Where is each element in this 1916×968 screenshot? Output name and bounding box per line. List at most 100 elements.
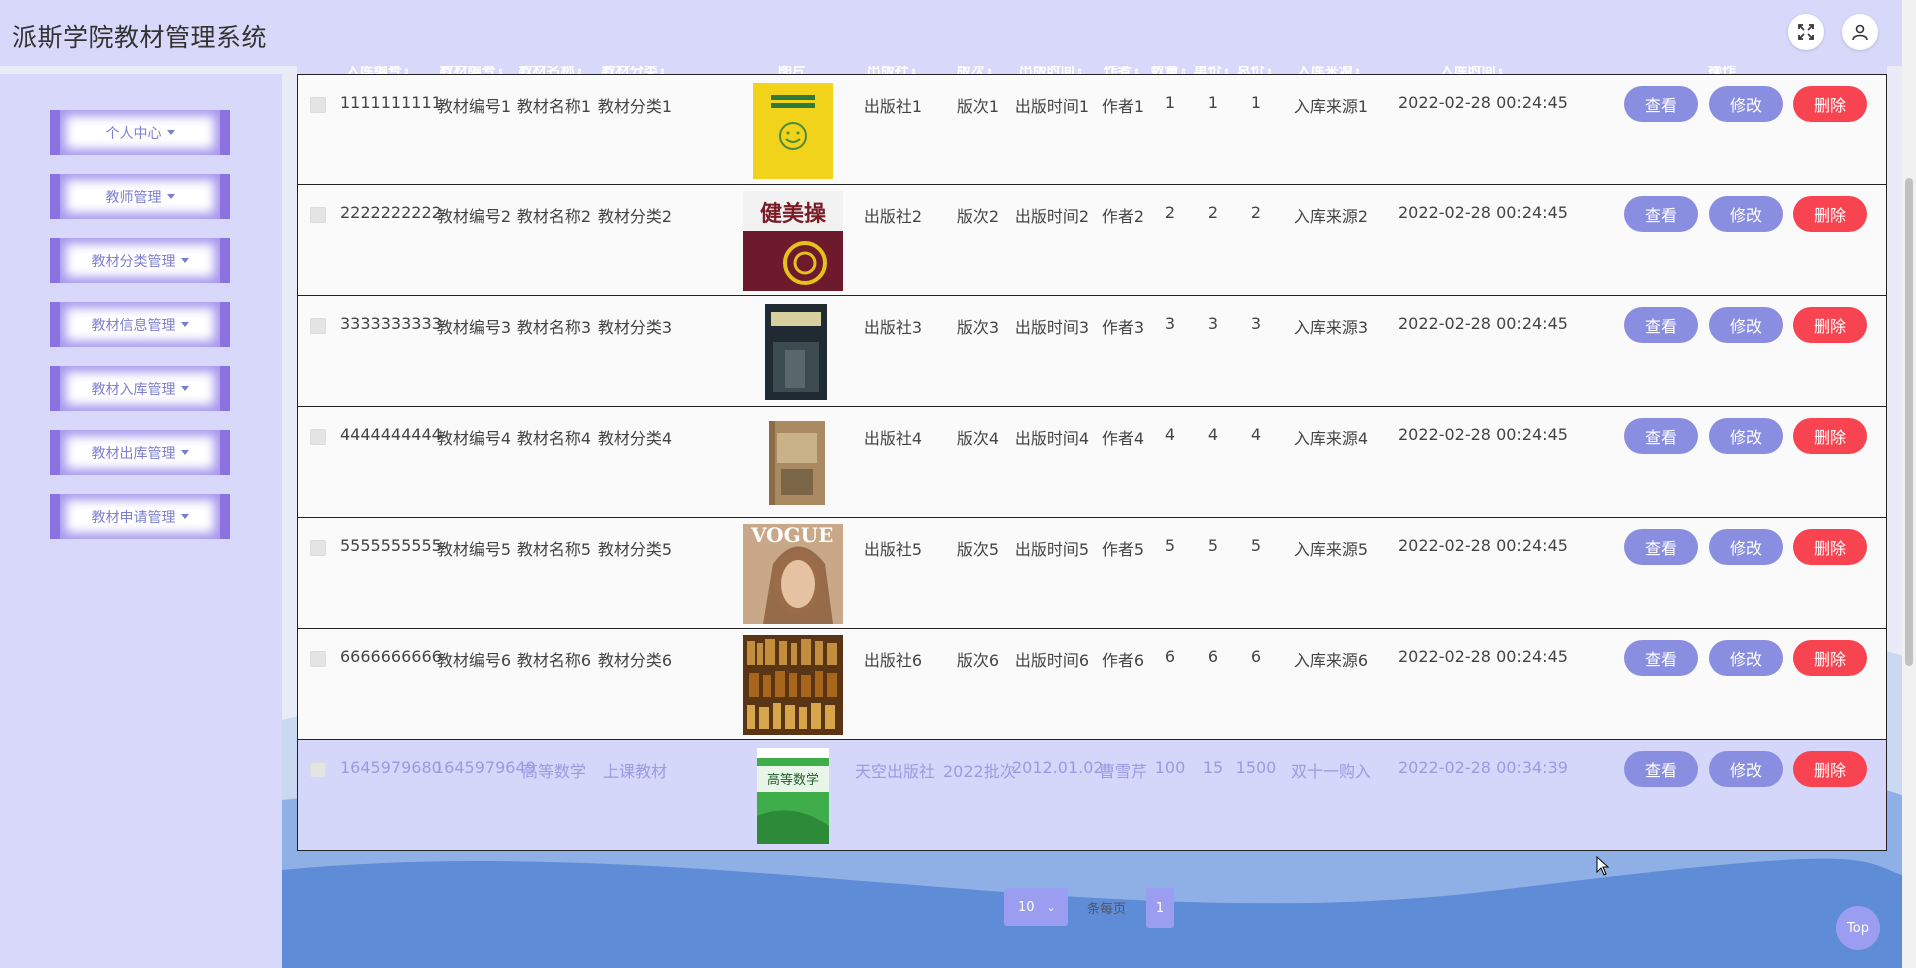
page-size-value: 10 xyxy=(1018,899,1035,915)
delete-button[interactable]: 删除 xyxy=(1793,86,1867,122)
cell-price: 6 xyxy=(1207,647,1219,666)
view-button[interactable]: 查看 xyxy=(1624,418,1698,454)
cell-edition: 版次3 xyxy=(956,318,1000,337)
sidebar-item-applications[interactable]: 教材申请管理 xyxy=(50,494,230,539)
cell-category: 教材分类2 xyxy=(597,207,673,226)
back-to-top-button[interactable]: Top xyxy=(1836,906,1880,950)
delete-button[interactable]: 删除 xyxy=(1793,196,1867,232)
cell-edition: 版次4 xyxy=(956,429,1000,448)
cell-author: 作者1 xyxy=(1101,97,1145,116)
edit-button[interactable]: 修改 xyxy=(1709,307,1783,343)
cell-total: 2 xyxy=(1250,203,1262,222)
row-checkbox[interactable] xyxy=(310,207,326,223)
fullscreen-button[interactable] xyxy=(1788,14,1824,50)
cell-category: 上课教材 xyxy=(602,762,667,781)
edit-button[interactable]: 修改 xyxy=(1709,640,1783,676)
cell-source: 入库来源2 xyxy=(1293,207,1369,226)
svg-text:VOGUE: VOGUE xyxy=(750,524,833,547)
row-checkbox[interactable] xyxy=(310,97,326,113)
cell-edition: 版次2 xyxy=(956,207,1000,226)
delete-button[interactable]: 删除 xyxy=(1793,529,1867,565)
cell-category: 教材分类1 xyxy=(597,97,673,116)
cell-id: 6666666666 xyxy=(340,647,442,666)
view-button[interactable]: 查看 xyxy=(1624,196,1698,232)
user-icon xyxy=(1852,24,1868,41)
view-button[interactable]: 查看 xyxy=(1624,751,1698,787)
view-button[interactable]: 查看 xyxy=(1624,529,1698,565)
cell-source: 入库来源6 xyxy=(1293,651,1369,670)
page-scrollbar[interactable] xyxy=(1902,0,1916,968)
page-size-select[interactable]: 10 ⌄ xyxy=(1004,888,1068,926)
sidebar-item-label: 教材出库管理 xyxy=(91,445,176,462)
delete-button[interactable]: 删除 xyxy=(1793,418,1867,454)
cell-source: 入库来源4 xyxy=(1293,429,1369,448)
table-row: 1111111111 教材编号1 教材名称1 教材分类1 出版社1 版次1 出版时间1 作者1… xyxy=(297,74,1887,185)
cell-price: 4 xyxy=(1207,425,1219,444)
view-button[interactable]: 查看 xyxy=(1624,307,1698,343)
edit-button[interactable]: 修改 xyxy=(1709,751,1783,787)
cell-code: 教材编号2 xyxy=(436,207,512,226)
cell-pub-time: 出版时间6 xyxy=(1014,651,1090,670)
cell-code: 教材编号5 xyxy=(436,540,512,559)
edit-button[interactable]: 修改 xyxy=(1709,418,1783,454)
sidebar-item-categories[interactable]: 教材分类管理 xyxy=(50,238,230,283)
view-button[interactable]: 查看 xyxy=(1624,640,1698,676)
cell-id: 4444444444 xyxy=(340,425,442,444)
cell-source: 入库来源5 xyxy=(1293,540,1369,559)
delete-button[interactable]: 删除 xyxy=(1793,751,1867,787)
row-checkbox[interactable] xyxy=(310,540,326,556)
cell-price: 5 xyxy=(1207,536,1219,555)
cell-publisher: 出版社6 xyxy=(863,651,923,670)
edit-button[interactable]: 修改 xyxy=(1709,196,1783,232)
edit-button[interactable]: 修改 xyxy=(1709,529,1783,565)
caret-down-icon xyxy=(180,450,189,455)
cell-id: 1645979680 xyxy=(340,758,442,777)
cell-pub-time: 出版时间2 xyxy=(1014,207,1090,226)
table-row: 6666666666 教材编号6 教材名称6 教材分类6 出版社6 版次6 出版时间6 作者6… xyxy=(297,629,1887,740)
sidebar-item-stock-out[interactable]: 教材出库管理 xyxy=(50,430,230,475)
table-row: 3333333333 教材编号3 教材名称3 教材分类3 出版社3 版次3 出版时间3 作者3… xyxy=(297,296,1887,407)
user-button[interactable] xyxy=(1842,14,1878,50)
cell-time: 2022-02-28 00:24:45 xyxy=(1398,203,1568,222)
page-number-current[interactable]: 1 xyxy=(1146,888,1174,928)
row-checkbox[interactable] xyxy=(310,318,326,334)
row-checkbox[interactable] xyxy=(310,651,326,667)
cell-id: 1111111111 xyxy=(340,93,442,112)
cell-publisher: 天空出版社 xyxy=(855,762,936,781)
sidebar-item-stock-in[interactable]: 教材入库管理 xyxy=(50,366,230,411)
sidebar-item-teachers[interactable]: 教师管理 xyxy=(50,174,230,219)
cell-source: 双十一购入 xyxy=(1290,762,1371,781)
cell-time: 2022-02-28 00:24:45 xyxy=(1398,425,1568,444)
cell-edition: 版次6 xyxy=(956,651,1000,670)
table-row: 4444444444 教材编号4 教材名称4 教材分类4 出版社4 版次4 出版时间4 作者4… xyxy=(297,407,1887,518)
classic-book-cover xyxy=(769,421,825,505)
sidebar-item-label: 教材分类管理 xyxy=(91,253,176,270)
cell-name: 教材名称2 xyxy=(516,207,592,226)
edit-button[interactable]: 修改 xyxy=(1709,86,1783,122)
delete-button[interactable]: 删除 xyxy=(1793,640,1867,676)
cell-edition: 版次5 xyxy=(956,540,1000,559)
cell-author: 作者6 xyxy=(1101,651,1145,670)
cell-code: 教材编号1 xyxy=(436,97,512,116)
fitness-book-cover: 健美操 xyxy=(743,191,843,291)
sidebar-item-personal-center[interactable]: 个人中心 xyxy=(50,110,230,155)
cell-code: 1645979649 xyxy=(434,758,536,777)
cell-qty: 5 xyxy=(1164,536,1176,555)
sidebar-item-label: 教师管理 xyxy=(105,189,162,206)
cell-name: 教材名称6 xyxy=(516,651,592,670)
cell-time: 2022-02-28 00:24:45 xyxy=(1398,93,1568,112)
table-row: 1645979680 1645979649 高等数学 上课教材 天空出版社 2022批次 2… xyxy=(297,740,1887,851)
row-checkbox[interactable] xyxy=(310,429,326,445)
cell-time: 2022-02-28 00:24:45 xyxy=(1398,536,1568,555)
sidebar-item-textbook-info[interactable]: 教材信息管理 xyxy=(50,302,230,347)
view-button[interactable]: 查看 xyxy=(1624,86,1698,122)
cell-source: 入库来源3 xyxy=(1293,318,1369,337)
stock-in-table: 入库编号⇕ 教材编号⇕ 教材名称⇕ 教材分类⇕ 图片 出版社⇕ 版次⇕ 出版时间… xyxy=(297,60,1887,866)
cell-pub-time: 出版时间1 xyxy=(1014,97,1090,116)
cell-author: 曹雪芹 xyxy=(1098,762,1147,781)
mouse-cursor-icon xyxy=(1596,856,1610,876)
delete-button[interactable]: 删除 xyxy=(1793,307,1867,343)
scroll-thumb[interactable] xyxy=(1905,178,1913,666)
math-book-cover: 高等数学 xyxy=(757,748,829,844)
row-checkbox[interactable] xyxy=(310,762,326,778)
